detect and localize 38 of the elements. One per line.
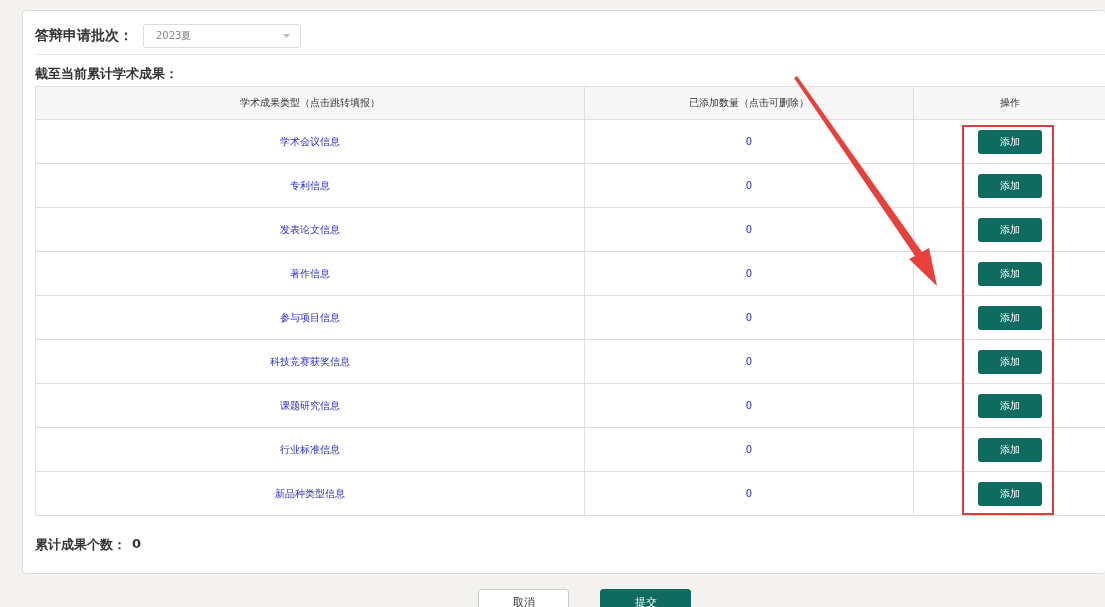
add-button[interactable]: 添加 (977, 393, 1042, 418)
count-link[interactable]: 0 (745, 488, 753, 499)
add-button[interactable]: 添加 (977, 481, 1042, 506)
add-button[interactable]: 添加 (977, 437, 1042, 462)
count-link[interactable]: 0 (745, 444, 753, 455)
category-link[interactable]: 著作信息 (290, 267, 330, 279)
count-link[interactable]: 0 (745, 312, 753, 323)
count-link[interactable]: 0 (745, 224, 753, 235)
cancel-button[interactable]: 取消 (478, 589, 569, 607)
count-link[interactable]: 0 (745, 180, 753, 191)
category-link[interactable]: 新品种类型信息 (275, 487, 345, 499)
category-link[interactable]: 科技竞赛获奖信息 (270, 355, 350, 367)
category-link[interactable]: 行业标准信息 (280, 443, 340, 455)
category-link[interactable]: 发表论文信息 (280, 223, 340, 235)
category-link[interactable]: 课题研究信息 (280, 399, 340, 411)
category-link[interactable]: 参与项目信息 (280, 311, 340, 323)
add-button[interactable]: 添加 (977, 305, 1042, 330)
total-label: 累计成果个数： (35, 536, 126, 554)
add-button[interactable]: 添加 (977, 261, 1042, 286)
submit-button[interactable]: 提交 (600, 589, 691, 607)
column-header: 操作 (913, 86, 1105, 120)
count-link[interactable]: 0 (745, 268, 753, 279)
section-heading: 截至当前累计学术成果： (35, 65, 179, 83)
column-header: 已添加数量（点击可删除） (584, 86, 914, 120)
category-link[interactable]: 专利信息 (290, 179, 330, 191)
batch-select[interactable]: 2023夏 (143, 24, 301, 48)
count-link[interactable]: 0 (745, 356, 753, 367)
caret-icon (283, 34, 290, 38)
add-button[interactable]: 添加 (977, 349, 1042, 374)
count-link[interactable]: 0 (745, 136, 753, 147)
count-link[interactable]: 0 (745, 400, 753, 411)
total-value: 0 (132, 536, 142, 553)
add-button[interactable]: 添加 (977, 217, 1042, 242)
category-link[interactable]: 学术会议信息 (280, 135, 340, 147)
add-button[interactable]: 添加 (977, 173, 1042, 198)
batch-label: 答辩申请批次： (35, 27, 133, 45)
add-button[interactable]: 添加 (977, 129, 1042, 154)
column-header: 学术成果类型（点击跳转填报） (35, 86, 585, 120)
